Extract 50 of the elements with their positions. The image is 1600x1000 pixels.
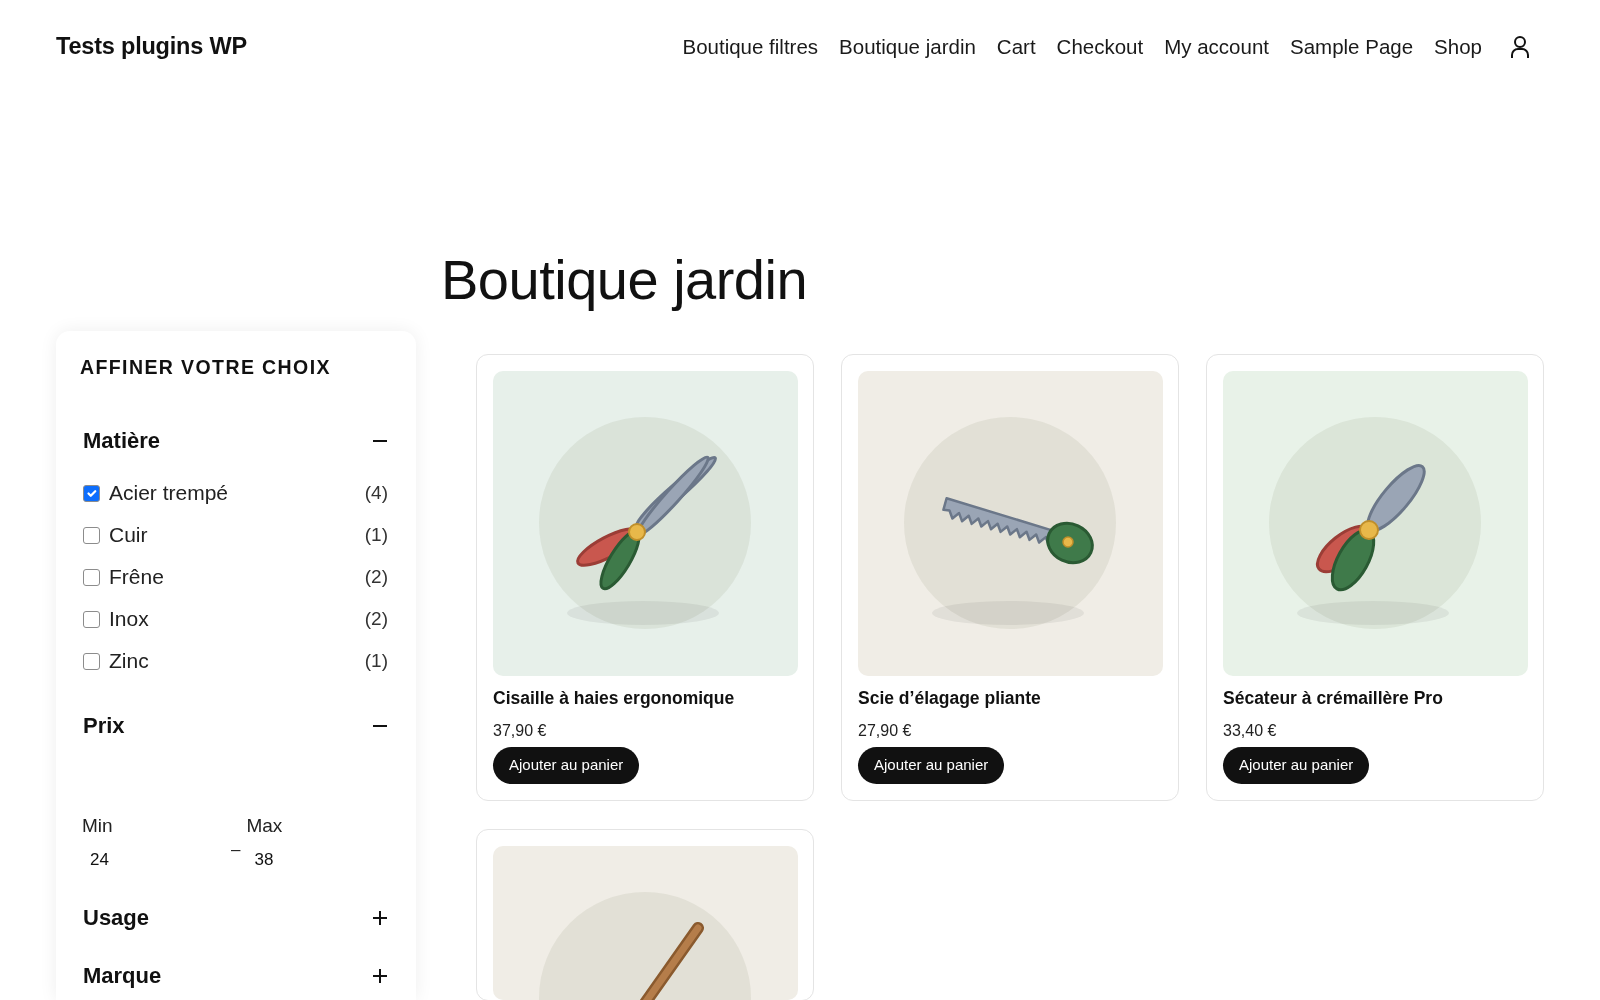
filter-panel-title: AFFINER VOTRE CHOIX [80, 355, 332, 379]
user-icon[interactable] [1509, 35, 1531, 59]
option-count: (1) [364, 649, 388, 673]
checkbox[interactable] [83, 610, 100, 628]
field-label: Max [246, 814, 283, 838]
shears-drawing[interactable] [493, 371, 798, 676]
filter-group-header[interactable]: Prix [80, 712, 392, 740]
product-title[interactable]: Sécateur à crémaillère Pro [1223, 687, 1443, 709]
min-price-field[interactable]: 24 [82, 846, 202, 874]
add-to-cart-button[interactable]: Ajouter au panier [858, 747, 1005, 784]
plus-icon[interactable] [372, 968, 388, 984]
filter-group-header[interactable]: Matière [80, 427, 392, 455]
checkbox[interactable] [83, 526, 100, 544]
checkbox[interactable] [83, 484, 100, 502]
option-label[interactable]: Inox [109, 606, 149, 632]
saw-drawing[interactable] [858, 371, 1163, 676]
option-label[interactable]: Acier trempé [109, 480, 229, 506]
nav-link[interactable]: Sample Page [1290, 34, 1414, 60]
option-count: (1) [364, 523, 388, 547]
nav-link[interactable]: Checkout [1056, 34, 1144, 60]
option-count: (2) [364, 607, 388, 631]
option-label[interactable]: Zinc [109, 648, 149, 674]
option-label[interactable]: Frêne [109, 564, 164, 590]
checkbox[interactable] [83, 652, 100, 670]
nav-link[interactable]: My account [1164, 34, 1269, 60]
option-label[interactable]: Cuir [109, 522, 148, 548]
option-count: (4) [364, 481, 388, 505]
filter-group-header[interactable]: Marque [80, 962, 392, 990]
field-label: Min [82, 814, 113, 838]
nav-link[interactable]: Shop [1434, 34, 1482, 60]
product-price: 27,90 € [858, 721, 912, 741]
pruning-shears-drawing[interactable] [1223, 371, 1528, 676]
product-title[interactable]: Scie d’élagage pliante [858, 687, 1041, 709]
plus-icon[interactable] [372, 910, 388, 926]
product-title[interactable]: Cisaille à haies ergonomique [493, 687, 735, 709]
product-price: 37,90 € [493, 721, 547, 741]
add-to-cart-button[interactable]: Ajouter au panier [493, 747, 640, 784]
site-title[interactable]: Tests plugins WP [56, 29, 247, 65]
product-price: 33,40 € [1223, 721, 1277, 741]
option-count: (2) [364, 565, 388, 589]
filter-group-header[interactable]: Usage [80, 904, 392, 932]
nav-link[interactable]: Boutique filtres [682, 34, 819, 60]
max-price-field[interactable]: 38 [246, 846, 367, 874]
nav-link[interactable]: Boutique jardin [839, 34, 976, 60]
range-separator: – [231, 841, 241, 858]
add-to-cart-button[interactable]: Ajouter au panier [1223, 747, 1370, 784]
handle-drawing[interactable] [493, 846, 798, 1000]
nav-link[interactable]: Cart [996, 34, 1036, 60]
checkbox[interactable] [83, 568, 100, 586]
page-title: Boutique jardin [441, 247, 808, 313]
